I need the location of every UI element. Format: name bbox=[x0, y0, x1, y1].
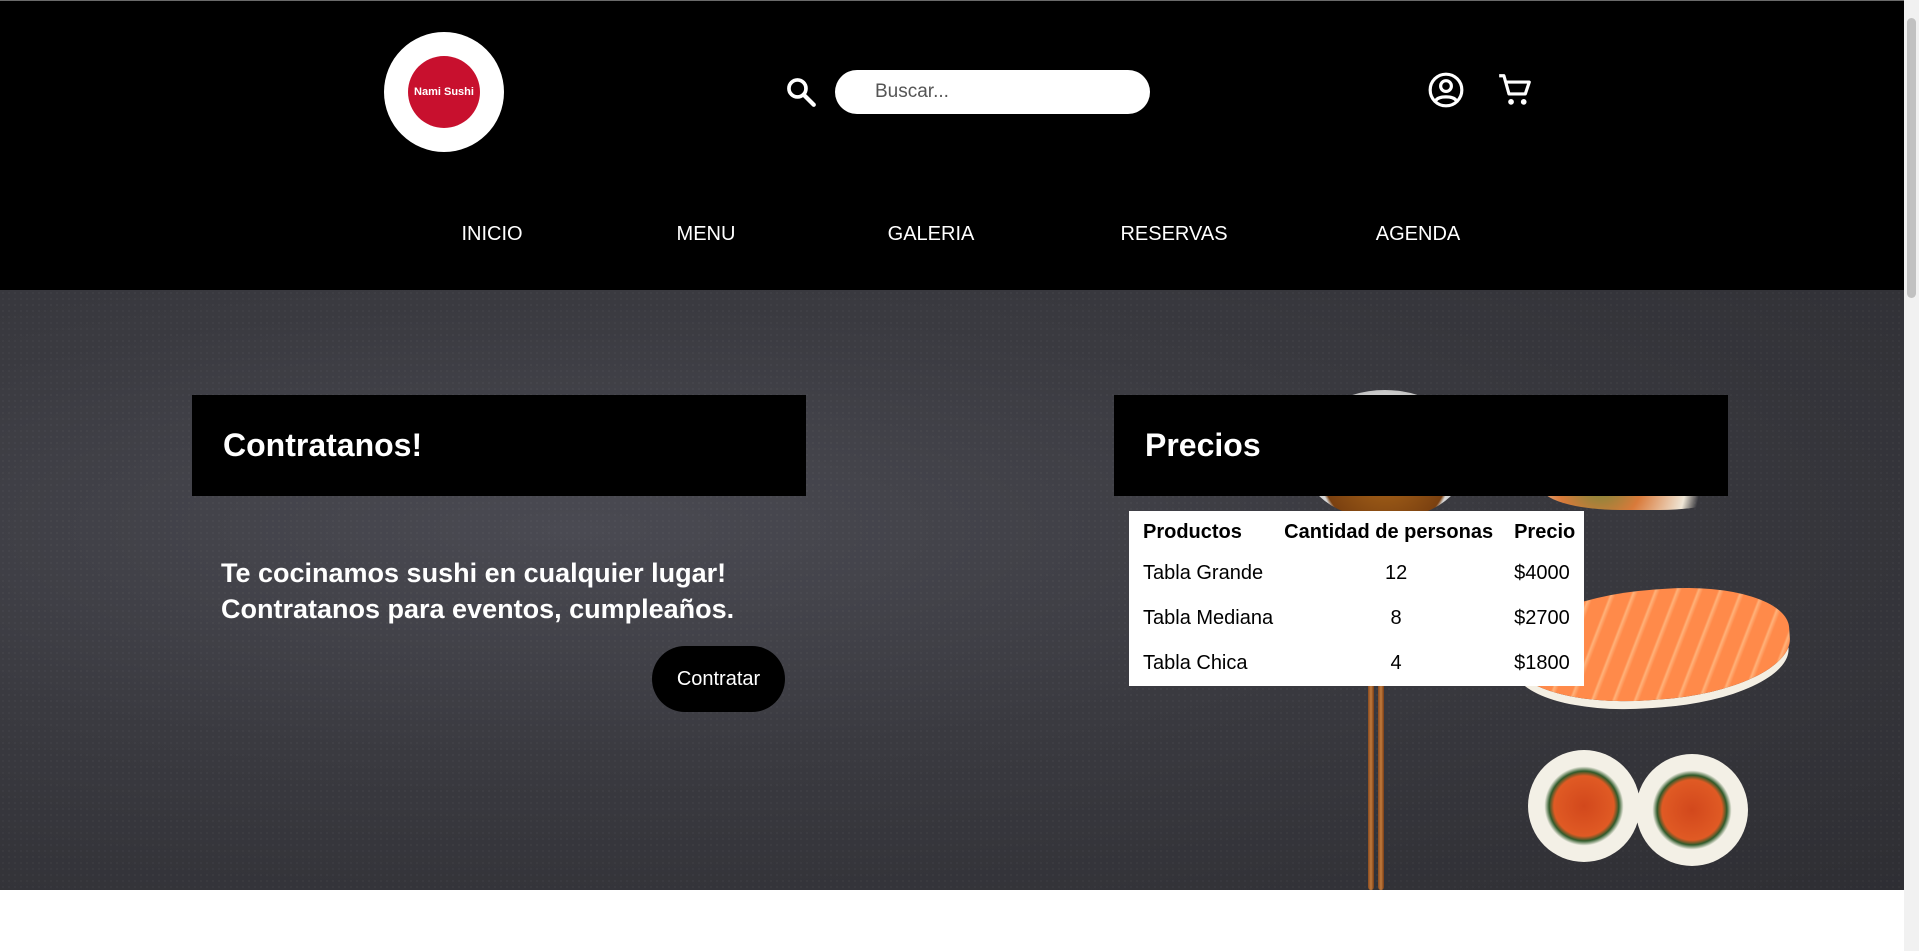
table-header-row: Productos Cantidad de personas Precio bbox=[1129, 511, 1584, 551]
column-header: Cantidad de personas bbox=[1284, 520, 1494, 543]
hire-text-line: Contratanos para eventos, cumpleaños. bbox=[221, 594, 735, 624]
page-scrollbar[interactable] bbox=[1904, 0, 1919, 951]
site-logo[interactable]: Nami Sushi bbox=[384, 32, 504, 152]
hire-title: Contratanos! bbox=[223, 427, 423, 463]
prices-section-title: Precios bbox=[1114, 395, 1728, 496]
table-row: Tabla Grande 12 $4000 bbox=[1129, 551, 1584, 596]
table-cell: $2700 bbox=[1514, 607, 1570, 629]
table-cell: 12 bbox=[1384, 562, 1408, 584]
column-header: Productos bbox=[1143, 520, 1242, 543]
table-row: Tabla Mediana 8 $2700 bbox=[1129, 596, 1584, 641]
hire-button[interactable]: Contratar bbox=[652, 646, 785, 712]
shopping-cart-icon[interactable] bbox=[1496, 71, 1534, 109]
prices-table: Productos Cantidad de personas Precio Ta… bbox=[1129, 511, 1584, 686]
column-header: Precio bbox=[1514, 520, 1576, 543]
logo-mark: Nami Sushi bbox=[408, 56, 480, 128]
nav-item-inicio[interactable]: INICIO bbox=[461, 223, 522, 246]
hire-section-title: Contratanos! bbox=[192, 395, 806, 496]
nav-item-reservas[interactable]: RESERVAS bbox=[1120, 223, 1227, 246]
nav-item-menu[interactable]: MENU bbox=[677, 223, 736, 246]
nav-item-galeria[interactable]: GALERIA bbox=[888, 223, 975, 246]
table-cell: 8 bbox=[1390, 607, 1402, 629]
site-header: Nami Sushi INICIO MENU GALERIA RESERVAS … bbox=[0, 0, 1919, 290]
nav-item-agenda[interactable]: AGENDA bbox=[1376, 223, 1460, 246]
hire-description: Te cocinamos sushi en cualquier lugar! C… bbox=[221, 555, 781, 627]
hire-text-line: Te cocinamos sushi en cualquier lugar! bbox=[221, 558, 727, 588]
maki-roll-image bbox=[1528, 750, 1640, 862]
table-cell: 4 bbox=[1390, 652, 1402, 674]
maki-roll-image bbox=[1636, 754, 1748, 866]
search-icon[interactable] bbox=[784, 75, 818, 109]
logo-text: Nami Sushi bbox=[414, 86, 474, 98]
table-cell: Tabla Mediana bbox=[1143, 607, 1274, 629]
table-cell: Tabla Grande bbox=[1143, 562, 1264, 584]
table-row: Tabla Chica 4 $1800 bbox=[1129, 641, 1584, 686]
account-circle-icon[interactable] bbox=[1427, 71, 1465, 109]
search-input[interactable] bbox=[835, 70, 1150, 114]
prices-title: Precios bbox=[1145, 427, 1261, 463]
table-cell: $1800 bbox=[1514, 652, 1570, 674]
table-cell: Tabla Chica bbox=[1143, 652, 1248, 674]
scrollbar-thumb[interactable] bbox=[1907, 18, 1916, 298]
table-cell: $4000 bbox=[1514, 562, 1570, 584]
